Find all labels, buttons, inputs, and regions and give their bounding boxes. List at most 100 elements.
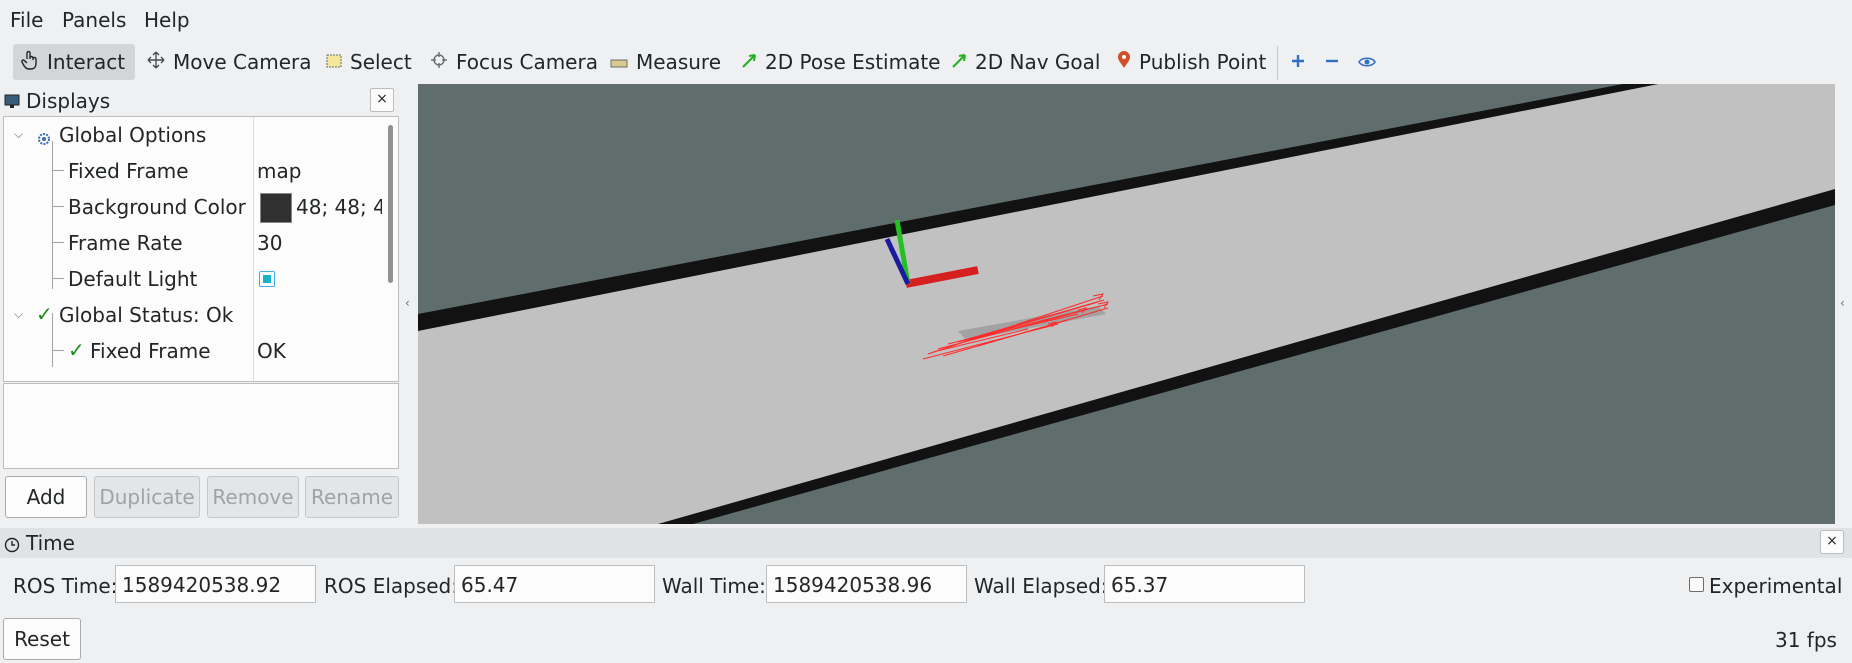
close-panel-button[interactable]: ×: [370, 88, 394, 112]
tool-move-camera[interactable]: Move Camera: [147, 44, 311, 80]
wall-time-label: Wall Time:: [662, 574, 766, 598]
tool-select[interactable]: Select: [326, 44, 412, 80]
tool-label: Select: [350, 50, 412, 74]
plus-icon: [1290, 50, 1306, 74]
experimental-label[interactable]: Experimental: [1709, 574, 1842, 598]
tree-row-background-color[interactable]: Background Color 48; 48; 48: [4, 189, 398, 225]
panel-title: Displays: [26, 89, 111, 113]
fixed-frame-value[interactable]: map: [257, 159, 301, 183]
monitor-icon: [4, 90, 20, 114]
menu-help[interactable]: Help: [144, 8, 190, 32]
background-color-value[interactable]: 48; 48; 48: [296, 195, 382, 219]
move-arrows-icon: [147, 50, 165, 74]
experimental-checkbox[interactable]: [1689, 577, 1704, 592]
tree-row-label: Frame Rate: [68, 231, 183, 255]
frame-rate-value[interactable]: 30: [257, 231, 282, 255]
menu-bar: File Panels Help: [0, 0, 1852, 40]
checkmark-icon: ✓: [68, 338, 85, 362]
gear-icon: [37, 127, 51, 151]
tree-scrollbar[interactable]: [388, 125, 393, 283]
tree-row-label: Global Status: Ok: [59, 303, 234, 327]
ros-elapsed-label: ROS Elapsed:: [324, 574, 458, 598]
ruler-icon: [610, 50, 628, 74]
ros-time-field[interactable]: 1589420538.92: [115, 565, 316, 603]
tool-label: Measure: [636, 50, 721, 74]
tool-focus-camera[interactable]: Focus Camera: [430, 44, 598, 80]
remove-button[interactable]: Remove: [207, 476, 299, 518]
tree-row-label: Global Options: [59, 123, 207, 147]
tree-row-label: Fixed Frame: [68, 159, 189, 183]
tool-interact[interactable]: Interact: [13, 44, 136, 80]
green-arrow-icon: [741, 50, 757, 74]
default-light-checkbox[interactable]: [259, 271, 275, 287]
remove-tool-button[interactable]: [1324, 44, 1340, 80]
tree-guide: [52, 278, 64, 279]
chevron-down-icon[interactable]: ⌵: [14, 127, 23, 142]
add-button[interactable]: Add: [5, 476, 87, 518]
wall-time-field[interactable]: 1589420538.96: [766, 565, 967, 603]
tree-row-label: Default Light: [68, 267, 198, 291]
tree-row-global-options[interactable]: ⌵ Global Options: [4, 117, 398, 153]
corridor-floor: [418, 84, 1835, 524]
fps-readout: 31 fps: [1775, 628, 1837, 652]
close-panel-button[interactable]: ×: [1820, 530, 1844, 554]
view-tools-button[interactable]: [1358, 44, 1376, 80]
focus-target-icon: [430, 50, 448, 74]
rename-button[interactable]: Rename: [305, 476, 399, 518]
close-icon: ×: [1826, 533, 1838, 549]
toolbar: Interact Move Camera Select Focus Camera…: [0, 40, 1852, 84]
scene-canvas: [418, 84, 1835, 524]
checkbox-check-mark: [263, 275, 271, 283]
tree-row-fixed-frame[interactable]: Fixed Frame map: [4, 153, 398, 189]
toolbar-separator: [1277, 46, 1278, 80]
tree-row-label: Background Color: [68, 195, 246, 219]
display-description-box: [3, 383, 399, 469]
map-pin-icon: [1117, 50, 1131, 74]
displays-panel-header: Displays ×: [0, 86, 400, 116]
tool-label: Focus Camera: [456, 50, 598, 74]
wall-elapsed-field[interactable]: 65.37: [1104, 565, 1305, 603]
tool-label: 2D Nav Goal: [975, 50, 1101, 74]
tool-publish-point[interactable]: Publish Point: [1117, 44, 1266, 80]
time-panel-body: ROS Time: 1589420538.92 ROS Elapsed: 65.…: [0, 558, 1852, 612]
tree-guide: [52, 350, 64, 351]
tool-2d-pose-estimate[interactable]: 2D Pose Estimate: [741, 44, 941, 80]
tree-row-frame-rate[interactable]: Frame Rate 30: [4, 225, 398, 261]
tool-2d-nav-goal[interactable]: 2D Nav Goal: [951, 44, 1100, 80]
reset-button[interactable]: Reset: [3, 618, 81, 660]
menu-panels[interactable]: Panels: [62, 8, 126, 32]
render-viewport[interactable]: [418, 84, 1835, 524]
ros-elapsed-field[interactable]: 65.47: [454, 565, 655, 603]
collapse-right-icon[interactable]: ‹: [1840, 296, 1845, 310]
tree-guide: [52, 206, 64, 207]
panel-title: Time: [26, 531, 75, 555]
displays-tree: ⌵ Global Options Fixed Frame map Backgro…: [3, 116, 399, 382]
tree-guide: [52, 170, 64, 171]
tree-row-default-light[interactable]: Default Light: [4, 261, 398, 297]
close-icon: ×: [376, 91, 388, 107]
tree-row-global-status[interactable]: ⌵ ✓ Global Status: Ok: [4, 297, 398, 333]
add-tool-button[interactable]: [1290, 44, 1306, 80]
checkmark-icon: ✓: [36, 302, 53, 326]
time-panel-header: Time ×: [0, 528, 1852, 558]
clock-icon: [4, 534, 20, 558]
wall-elapsed-label: Wall Elapsed:: [974, 574, 1108, 598]
tool-measure[interactable]: Measure: [610, 44, 721, 80]
eye-icon: [1358, 50, 1376, 74]
menu-file[interactable]: File: [10, 8, 43, 32]
color-swatch[interactable]: [260, 193, 292, 223]
tree-guide: [52, 242, 64, 243]
tool-label: Interact: [47, 50, 126, 74]
tree-row-label: Fixed Frame: [90, 339, 211, 363]
collapse-left-icon[interactable]: ‹: [405, 296, 410, 310]
chevron-down-icon[interactable]: ⌵: [14, 307, 23, 322]
tree-row-status-fixed-frame[interactable]: ✓ Fixed Frame OK: [4, 333, 398, 369]
minus-icon: [1324, 50, 1340, 74]
hand-pointer-icon: [21, 50, 39, 75]
tool-label: 2D Pose Estimate: [765, 50, 941, 74]
tool-label: Move Camera: [173, 50, 312, 74]
status-bar: Reset 31 fps: [0, 612, 1852, 663]
duplicate-button[interactable]: Duplicate: [94, 476, 200, 518]
green-arrow-icon: [951, 50, 967, 74]
select-box-icon: [326, 50, 342, 74]
